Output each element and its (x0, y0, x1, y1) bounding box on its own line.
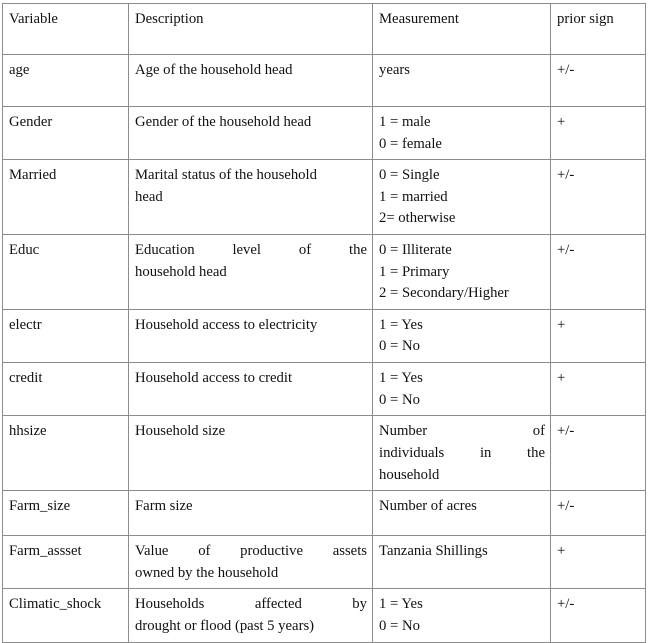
cell-variable: Farm_size (2, 490, 129, 537)
cell-description-line: Value of productive assets (135, 543, 367, 560)
cell-prior-sign: +/- (550, 588, 646, 643)
cell-description: Gender of the household head (128, 105, 373, 161)
cell-description-line: Households affected by (135, 596, 367, 613)
cell-measurement-line: Number of acres (379, 498, 477, 515)
cell-measurement-line: 0 = No (379, 391, 420, 408)
cell-description-line: household head (135, 263, 227, 280)
column-header-measurement: Measurement (372, 3, 551, 55)
table-row: Educ Education level of the household head… (2, 234, 646, 310)
cell-prior-sign: +/- (550, 490, 646, 537)
cell-description-line: head (135, 188, 163, 205)
cell-description: Households affected by drought or flood (… (128, 588, 373, 643)
cell-measurement: 1 = male 0 = female (372, 105, 551, 161)
cell-measurement: 1 = Yes 0 = No (372, 362, 551, 417)
cell-description: Farm size (128, 490, 373, 537)
cell-measurement-line: 1 = Primary (379, 263, 450, 280)
cell-variable: electr (2, 308, 129, 364)
table-row: electr Household access to electricity 1 =… (2, 308, 646, 364)
cell-measurement-line: 1 = male (379, 114, 431, 130)
cell-prior-sign: + (550, 362, 646, 417)
cell-measurement-line: Number of (379, 423, 545, 440)
cell-prior-sign: + (550, 308, 646, 364)
cell-variable: Educ (2, 234, 129, 310)
cell-description: Household access to credit (128, 362, 373, 417)
column-header-variable: Variable (2, 3, 129, 55)
cell-description: Household size (128, 415, 373, 492)
table-row: Farm_size Farm size Number of acres +/- (2, 490, 646, 537)
cell-measurement: Number of acres (372, 490, 551, 537)
cell-variable: hhsize (2, 415, 129, 492)
cell-variable: Farm_assset (2, 535, 129, 590)
cell-prior-sign: +/- (550, 54, 646, 107)
table-row: Climatic_shock Households affected by drou… (2, 588, 646, 643)
cell-variable: Climatic_shock (2, 588, 129, 643)
cell-variable: Gender (2, 105, 129, 161)
cell-description: Education level of the household head (128, 234, 373, 310)
document-page: Variable Description Measurement prior sign… (0, 0, 649, 643)
cell-description-line: Gender of the household head (135, 114, 312, 130)
cell-description-line: Household access to credit (135, 370, 293, 387)
cell-measurement-line: years (379, 62, 410, 78)
table-row: Married Marital status of the household he… (2, 159, 646, 236)
cell-measurement: 1 = Yes 0 = No (372, 588, 551, 643)
table-header-row: Variable Description Measurement prior sign (2, 3, 646, 55)
column-header-prior_sign: prior sign (550, 3, 646, 55)
column-header-description: Description (128, 3, 373, 55)
variable-description-table: Variable Description Measurement prior sign… (2, 3, 646, 643)
cell-measurement-line: 0 = No (379, 338, 420, 355)
cell-description: Value of productive assets owned by the h… (128, 535, 373, 590)
cell-measurement-line: 1 = Yes (379, 370, 423, 387)
cell-description: Age of the household head (128, 54, 373, 107)
cell-measurement: Tanzania Shillings (372, 535, 551, 590)
cell-description-line: Household access to electricity (135, 316, 318, 333)
cell-description-line: Household size (135, 423, 226, 440)
table-row: credit Household access to credit 1 = Yes 0… (2, 362, 646, 417)
cell-measurement: Number of individuals in the household (372, 415, 551, 492)
cell-description: Household access to electricity (128, 308, 373, 364)
cell-measurement-line: 0 = female (379, 135, 442, 152)
cell-prior-sign: +/- (550, 234, 646, 310)
cell-prior-sign: + (550, 535, 646, 590)
table-body: Variable Description Measurement prior sign… (2, 3, 646, 643)
cell-measurement: 0 = Single 1 = married 2= otherwise (372, 159, 551, 236)
table-row: Gender Gender of the household head 1 = ma… (2, 105, 646, 161)
cell-measurement-line: 1 = Yes (379, 316, 423, 333)
cell-description-line: owned by the household (135, 564, 279, 581)
cell-measurement-line: 2 = Secondary/Higher (379, 285, 509, 302)
cell-prior-sign: +/- (550, 415, 646, 492)
cell-measurement-line: 0 = No (379, 617, 420, 634)
cell-measurement-line: 1 = Yes (379, 596, 423, 613)
cell-measurement-line: 1 = married (379, 188, 448, 205)
cell-variable: age (2, 54, 129, 107)
cell-measurement-line: 2= otherwise (379, 210, 456, 227)
table-row: age Age of the household head years +/- (2, 54, 646, 107)
cell-measurement-line: individuals in the (379, 444, 545, 461)
cell-variable: credit (2, 362, 129, 417)
cell-description-line: Farm size (135, 498, 193, 515)
cell-measurement-line: Tanzania Shillings (379, 543, 488, 560)
cell-description: Marital status of the household head (128, 159, 373, 236)
table-row: Farm_assset Value of productive assets own… (2, 535, 646, 590)
cell-measurement-line: household (379, 466, 440, 483)
cell-measurement: years (372, 54, 551, 107)
cell-measurement: 0 = Illiterate 1 = Primary 2 = Secondary/H… (372, 234, 551, 310)
cell-description-line: Education level of the (135, 242, 367, 259)
cell-description-line: Age of the household head (135, 62, 293, 78)
cell-description-line: drought or flood (past 5 years) (135, 617, 315, 634)
table-row: hhsize Household size Number of individuals… (2, 415, 646, 492)
cell-measurement: 1 = Yes 0 = No (372, 308, 551, 364)
cell-description-line: Marital status of the household (135, 167, 317, 184)
cell-variable: Married (2, 159, 129, 236)
cell-measurement-line: 0 = Illiterate (379, 242, 452, 259)
cell-prior-sign: +/- (550, 159, 646, 236)
cell-measurement-line: 0 = Single (379, 167, 440, 184)
cell-prior-sign: + (550, 105, 646, 161)
